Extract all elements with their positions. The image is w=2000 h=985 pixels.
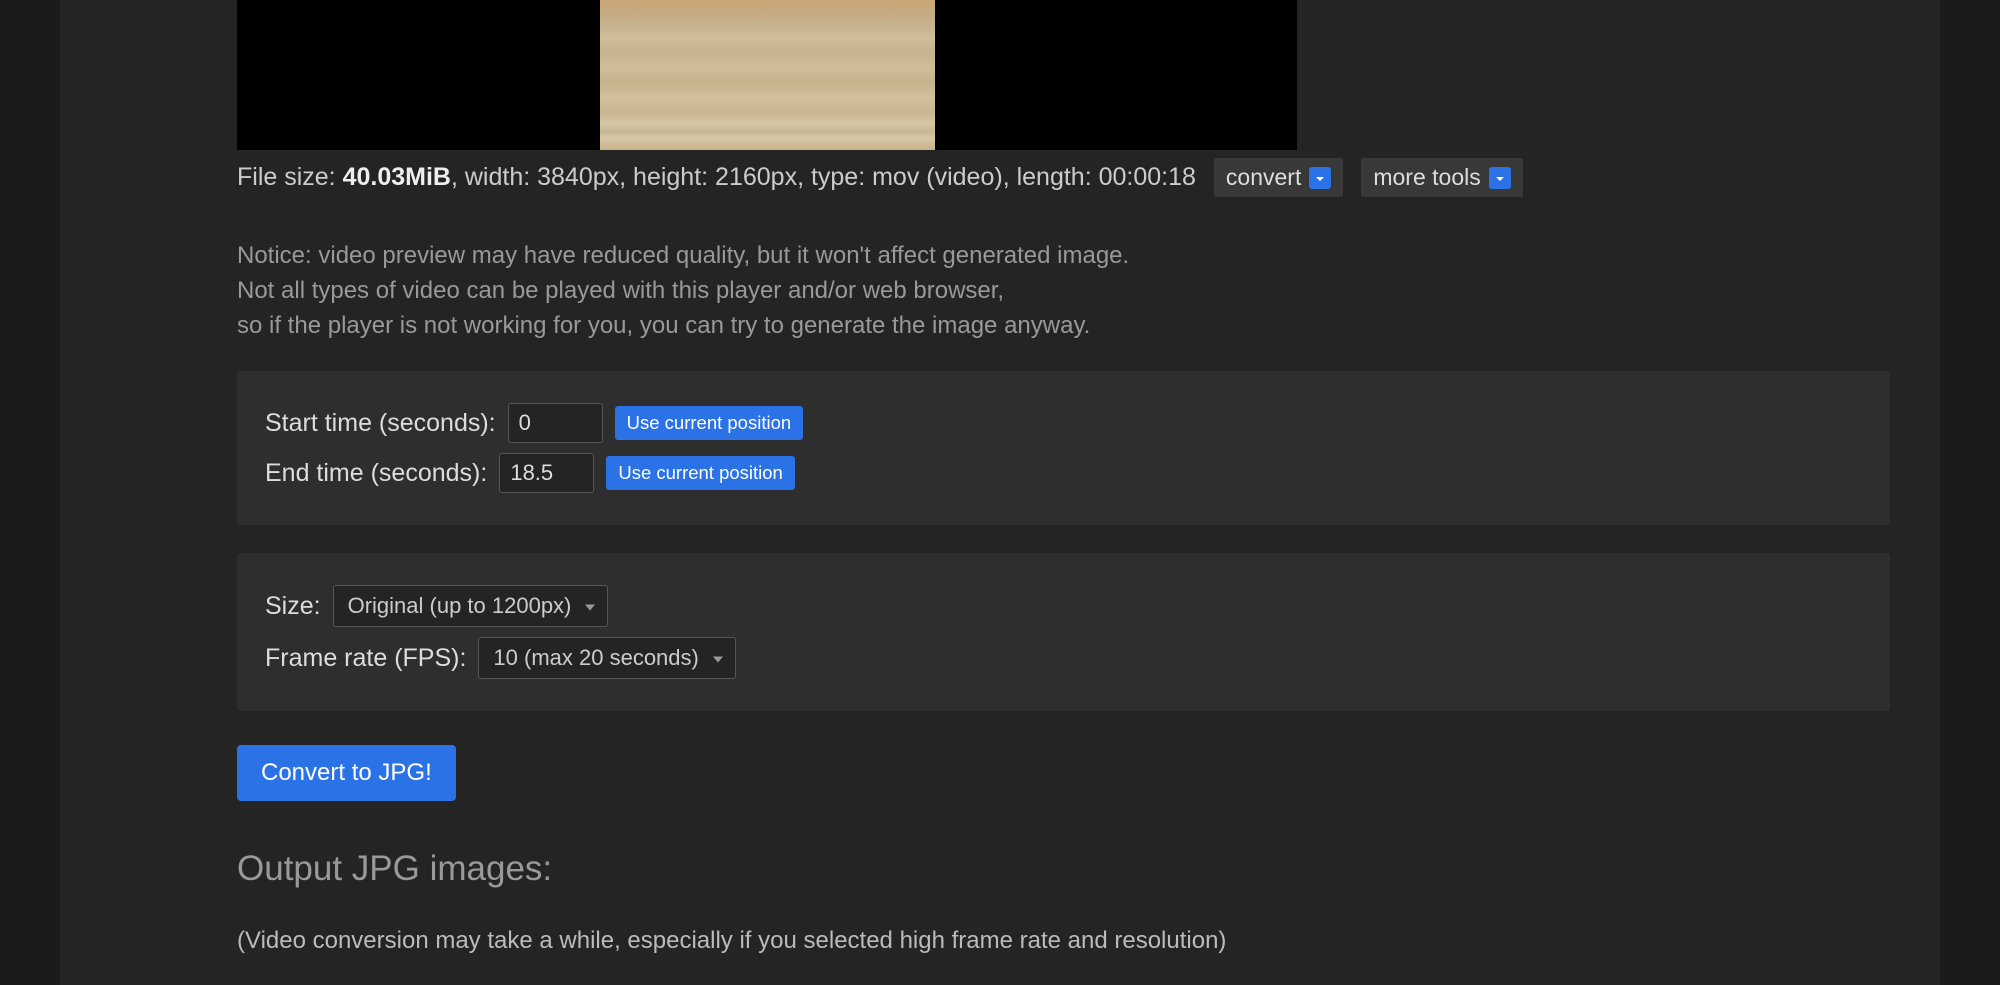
output-heading: Output JPG images:	[237, 849, 1820, 889]
convert-dropdown[interactable]: convert	[1214, 158, 1343, 197]
options-panel: Size: Original (up to 1200px) Frame rate…	[237, 553, 1890, 711]
start-time-input[interactable]	[508, 403, 603, 443]
notice-line: so if the player is not working for you,…	[237, 309, 1820, 344]
file-info-rest: , width: 3840px, height: 2160px, type: m…	[451, 163, 1196, 191]
use-current-start-button[interactable]: Use current position	[615, 406, 804, 440]
file-info: File size: 40.03MiB, width: 3840px, heig…	[237, 163, 1196, 192]
start-time-label: Start time (seconds):	[265, 409, 496, 438]
notice-line: Not all types of video can be played wit…	[237, 274, 1820, 309]
fps-select[interactable]: 10 (max 20 seconds)	[478, 637, 735, 679]
video-preview[interactable]	[237, 0, 1297, 150]
more-tools-dropdown[interactable]: more tools	[1361, 158, 1522, 197]
size-label: Size:	[265, 592, 321, 621]
notice-text: Notice: video preview may have reduced q…	[237, 239, 1820, 343]
size-value: Original (up to 1200px)	[348, 593, 572, 619]
notice-line: Notice: video preview may have reduced q…	[237, 239, 1820, 274]
time-panel: Start time (seconds): Use current positi…	[237, 371, 1890, 525]
arrow-down-icon	[1309, 167, 1331, 189]
file-size-value: 40.03MiB	[343, 163, 451, 191]
end-time-input[interactable]	[499, 453, 594, 493]
size-select[interactable]: Original (up to 1200px)	[333, 585, 609, 627]
convert-label: convert	[1226, 164, 1301, 191]
video-frame	[600, 0, 935, 150]
use-current-end-button[interactable]: Use current position	[606, 456, 795, 490]
more-tools-label: more tools	[1373, 164, 1480, 191]
arrow-down-icon	[1489, 167, 1511, 189]
file-size-prefix: File size:	[237, 163, 343, 191]
end-time-label: End time (seconds):	[265, 459, 487, 488]
fps-value: 10 (max 20 seconds)	[493, 645, 698, 671]
output-note: (Video conversion may take a while, espe…	[237, 927, 1820, 955]
fps-label: Frame rate (FPS):	[265, 644, 466, 673]
convert-main-button[interactable]: Convert to JPG!	[237, 745, 456, 801]
